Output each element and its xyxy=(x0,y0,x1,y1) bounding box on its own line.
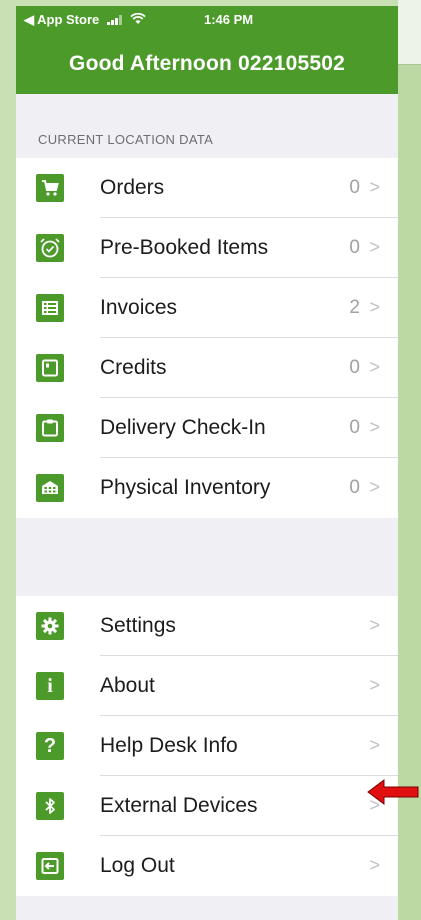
list-item-count: 0 xyxy=(349,477,360,498)
list-item-label: Physical Inventory xyxy=(100,476,271,499)
wifi-icon xyxy=(130,12,146,28)
logout-icon xyxy=(36,852,64,880)
list-item-settings[interactable]: Settings > xyxy=(16,596,398,656)
list-item-delivery-check-in[interactable]: Delivery Check-In 0 > xyxy=(16,398,398,458)
list-item-label: Settings xyxy=(100,614,176,637)
list-item-about[interactable]: i About > xyxy=(16,656,398,716)
list-item-pre-booked-items[interactable]: Pre-Booked Items 0 > xyxy=(16,218,398,278)
header-bar: ◀ App Store 1:46 PM Good Afternoon 02210… xyxy=(16,6,398,94)
chevron-right-icon: > xyxy=(369,357,380,377)
list-item-external-devices[interactable]: External Devices > xyxy=(16,776,398,836)
list-item-help-desk-info[interactable]: ? Help Desk Info > xyxy=(16,716,398,776)
cart-icon xyxy=(36,174,64,202)
chevron-right-icon: > xyxy=(369,615,380,635)
list-item-count: 0 xyxy=(349,177,360,198)
background-panel-header xyxy=(398,0,421,65)
list-item-credits[interactable]: Credits 0 > xyxy=(16,338,398,398)
status-bar: ◀ App Store 1:46 PM xyxy=(16,6,398,32)
info-icon: i xyxy=(36,672,64,700)
section-header: CURRENT LOCATION DATA xyxy=(16,94,398,158)
question-icon: ? xyxy=(36,732,64,760)
chevron-right-icon: > xyxy=(369,237,380,257)
list-item-count: 0 xyxy=(349,237,360,258)
signal-icon xyxy=(107,15,123,25)
list-item-label: Log Out xyxy=(100,854,175,877)
inventory-grid-icon xyxy=(36,474,64,502)
list-item-label: Pre-Booked Items xyxy=(100,236,269,259)
list-item-orders[interactable]: Orders 0 > xyxy=(16,158,398,218)
list-item-label: Credits xyxy=(100,356,167,379)
list-item-label: External Devices xyxy=(100,794,258,817)
list-item-label: About xyxy=(100,674,155,697)
list-icon xyxy=(36,294,64,322)
list-item-label: Orders xyxy=(100,176,165,199)
chevron-right-icon: > xyxy=(369,855,380,875)
chevron-right-icon: > xyxy=(369,417,380,437)
list-item-count: 2 xyxy=(349,297,360,318)
chevron-right-icon: > xyxy=(369,735,380,755)
section-title: CURRENT LOCATION DATA xyxy=(38,132,214,147)
gear-icon xyxy=(36,612,64,640)
clipboard-icon xyxy=(36,414,64,442)
list-item-label: Help Desk Info xyxy=(100,734,238,757)
phone-screen: ◀ App Store 1:46 PM Good Afternoon 02210… xyxy=(16,6,398,920)
list-item-log-out[interactable]: Log Out > xyxy=(16,836,398,896)
chevron-right-icon: > xyxy=(369,675,380,695)
list-item-count: 0 xyxy=(349,417,360,438)
chevron-right-icon: > xyxy=(369,177,380,197)
annotation-arrow-icon xyxy=(367,779,419,805)
app-settings-list: Settings > i About > ? Help Desk Info > … xyxy=(16,596,398,896)
chevron-right-icon: > xyxy=(369,477,380,497)
list-item-label: Delivery Check-In xyxy=(100,416,266,439)
back-to-app-store-link[interactable]: ◀ App Store xyxy=(24,12,99,28)
greeting-title: Good Afternoon 022105502 xyxy=(69,52,345,75)
list-item-invoices[interactable]: Invoices 2 > xyxy=(16,278,398,338)
list-item-label: Invoices xyxy=(100,296,178,319)
location-data-list: Orders 0 > Pre-Booked Items 0 > Invoices… xyxy=(16,158,398,518)
chevron-right-icon: > xyxy=(369,297,380,317)
status-time: 1:46 PM xyxy=(204,12,254,27)
note-icon xyxy=(36,354,64,382)
bluetooth-icon xyxy=(36,792,64,820)
list-item-physical-inventory[interactable]: Physical Inventory 0 > xyxy=(16,458,398,518)
list-item-count: 0 xyxy=(349,357,360,378)
alarm-clock-icon xyxy=(36,234,64,262)
